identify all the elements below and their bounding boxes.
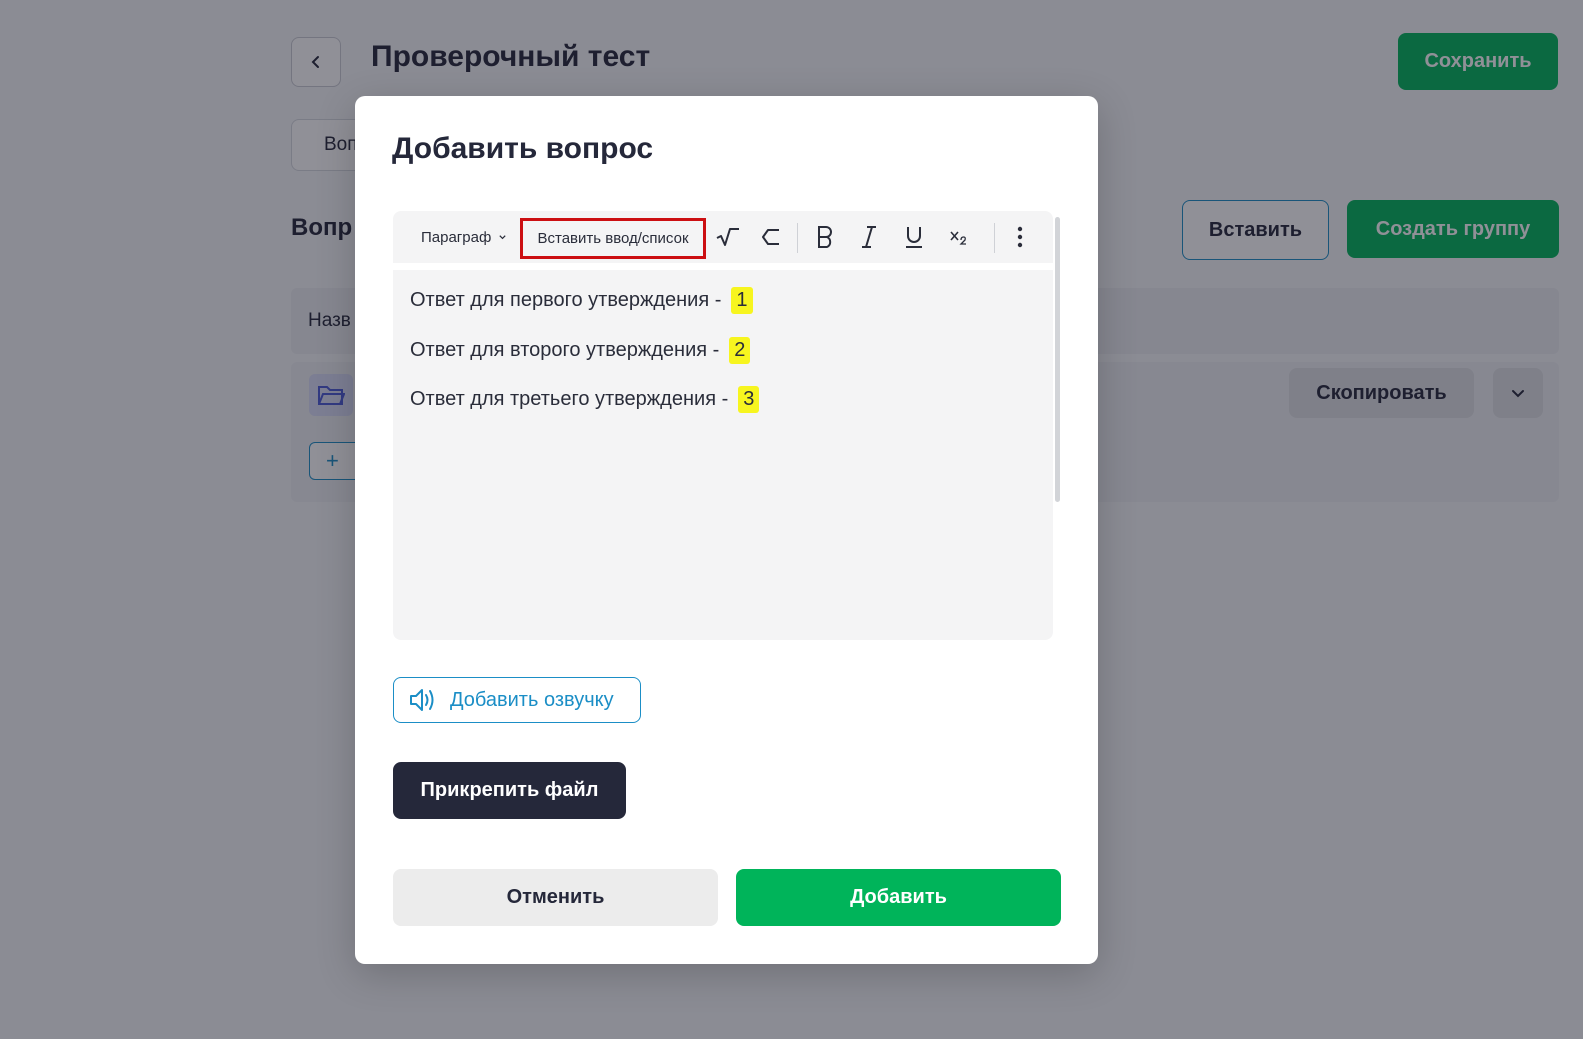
hexagon-icon[interactable]: [757, 222, 787, 252]
answer-input-marker[interactable]: 1: [731, 287, 753, 314]
editor-line: Ответ для второго утверждения - 2: [410, 337, 751, 364]
italic-icon[interactable]: [854, 222, 884, 252]
add-voiceover-label: Добавить озвучку: [450, 688, 614, 711]
insert-input-list-button[interactable]: Вставить ввод/список: [520, 218, 706, 259]
editor-line-text: Ответ для второго утверждения -: [410, 339, 720, 361]
underline-icon[interactable]: [899, 222, 929, 252]
chevron-down-icon: [499, 234, 506, 239]
paragraph-select[interactable]: Параграф: [421, 211, 507, 263]
cancel-button[interactable]: Отменить: [393, 869, 718, 926]
editor-line-text: Ответ для первого утверждения -: [410, 289, 722, 311]
speaker-icon: [410, 689, 434, 711]
add-question-dialog: Добавить вопрос Параграф Вставить ввод/с…: [355, 96, 1098, 964]
editor-line: Ответ для первого утверждения - 1: [410, 287, 753, 314]
subscript-icon[interactable]: [944, 222, 974, 252]
attach-file-button[interactable]: Прикрепить файл: [393, 762, 626, 819]
toolbar-divider: [797, 223, 798, 253]
editor-line-text: Ответ для третьего утверждения -: [410, 388, 729, 410]
add-voiceover-button[interactable]: Добавить озвучку: [393, 677, 641, 723]
toolbar-divider: [994, 223, 995, 253]
editor-scrollbar[interactable]: [1055, 217, 1060, 502]
add-button[interactable]: Добавить: [736, 869, 1061, 926]
answer-input-marker[interactable]: 2: [729, 337, 751, 364]
bold-icon[interactable]: [810, 222, 840, 252]
answer-input-marker[interactable]: 3: [738, 386, 760, 413]
more-vertical-icon[interactable]: [1005, 222, 1035, 252]
question-editor[interactable]: Ответ для первого утверждения - 1 Ответ …: [393, 270, 1053, 640]
editor-toolbar: Параграф Вставить ввод/список: [393, 211, 1053, 263]
dialog-title: Добавить вопрос: [392, 132, 654, 165]
paragraph-select-label: Параграф: [421, 228, 492, 246]
sqrt-icon[interactable]: [713, 222, 743, 252]
editor-line: Ответ для третьего утверждения - 3: [410, 386, 760, 413]
